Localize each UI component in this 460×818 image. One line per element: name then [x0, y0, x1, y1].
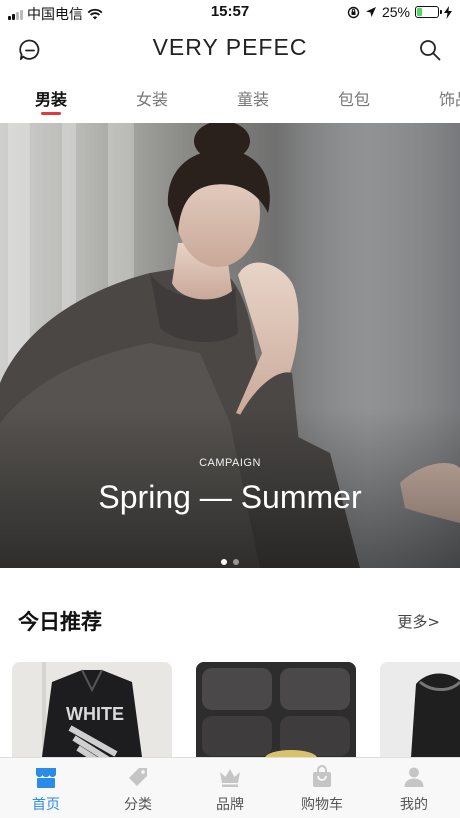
- category-tabs: 男装 女装 童装 包包 饰品: [0, 76, 460, 122]
- shopping-bag-icon: [313, 765, 331, 787]
- orientation-lock-icon: [347, 6, 360, 18]
- tab-menswear[interactable]: 男装: [35, 86, 67, 110]
- user-icon: [404, 767, 424, 787]
- status-bar: 中国电信 15:57 25%: [0, 0, 460, 24]
- tabbar-cart[interactable]: 购物车: [276, 758, 368, 818]
- crown-icon: [220, 769, 240, 787]
- search-icon[interactable]: [418, 38, 442, 62]
- product-card[interactable]: [380, 662, 460, 758]
- home-store-icon: [36, 768, 56, 788]
- active-tab-indicator: [41, 112, 61, 115]
- tabbar-brand[interactable]: 品牌: [184, 758, 276, 818]
- product-image-jacket: WHITE: [12, 662, 172, 758]
- battery-percent: 25%: [381, 4, 410, 20]
- battery-icon: [415, 6, 442, 18]
- tabbar-label: 分类: [124, 797, 152, 813]
- tab-bags[interactable]: 包包: [338, 86, 370, 110]
- tabbar-home[interactable]: 首页: [0, 758, 92, 818]
- product-card[interactable]: WHITE: [12, 662, 172, 758]
- banner-pagination: [0, 559, 460, 565]
- tag-icon: [129, 768, 147, 786]
- svg-text:WHITE: WHITE: [66, 704, 124, 724]
- banner-kicker: CAMPAIGN: [199, 457, 261, 469]
- product-image-fur-coat: [380, 662, 460, 758]
- more-link[interactable]: 更多>: [397, 611, 440, 632]
- tabbar-profile[interactable]: 我的: [368, 758, 460, 818]
- banner-title: Spring — Summer: [98, 479, 362, 515]
- tabbar-category[interactable]: 分类: [92, 758, 184, 818]
- bottom-tabbar: 首页 分类 品牌 购物车 我的: [0, 757, 460, 818]
- app-header: VERY PEFEC: [0, 24, 460, 74]
- tab-kidswear[interactable]: 童装: [237, 86, 269, 110]
- recommend-header: 今日推荐 更多>: [0, 600, 460, 640]
- charging-icon: [444, 5, 452, 19]
- tab-accessories[interactable]: 饰品: [439, 86, 460, 110]
- tabbar-label: 购物车: [301, 797, 343, 813]
- recommend-products: WHITE: [0, 662, 460, 758]
- campaign-banner[interactable]: CAMPAIGN Spring — Summer: [0, 123, 460, 568]
- pagination-dot[interactable]: [221, 559, 227, 565]
- battery-level: [417, 8, 422, 16]
- app-title: VERY PEFEC: [152, 34, 308, 60]
- status-right: 25%: [347, 4, 452, 20]
- tabbar-label: 首页: [32, 797, 60, 813]
- tabbar-label: 我的: [400, 797, 428, 813]
- product-card[interactable]: [196, 662, 356, 758]
- location-icon: [365, 7, 376, 17]
- recommend-title: 今日推荐: [18, 610, 102, 634]
- tabbar-label: 品牌: [216, 797, 244, 813]
- tab-womenswear[interactable]: 女装: [136, 86, 168, 110]
- product-image-sofa: [196, 662, 356, 758]
- pagination-dot[interactable]: [233, 559, 239, 565]
